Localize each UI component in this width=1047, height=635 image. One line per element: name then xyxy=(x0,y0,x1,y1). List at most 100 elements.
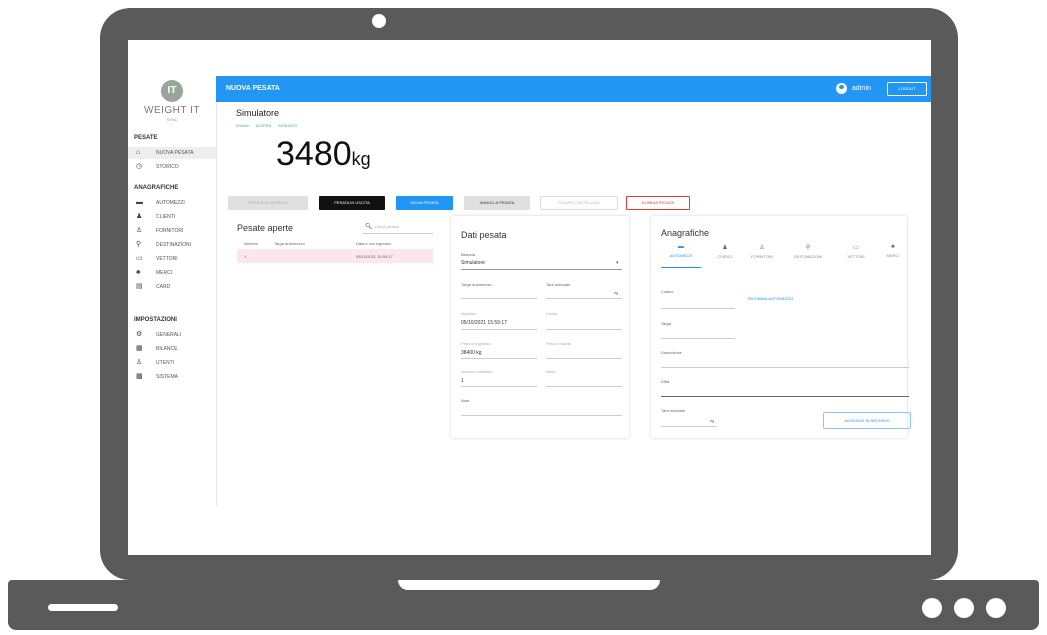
company-label: Ditta xyxy=(661,379,670,384)
table-row[interactable]: 1 05/10/2021 15:59:17 xyxy=(237,249,433,263)
logout-button[interactable]: LOGOUT xyxy=(887,82,927,96)
card-number-value: 1 xyxy=(461,378,464,384)
sidebar-item[interactable]: ♙ UTENTI xyxy=(128,357,216,369)
weight-in-underline xyxy=(461,358,537,359)
registry-tab[interactable]: ▬ AUTOMEZZI xyxy=(661,244,701,258)
goods-icon: ♣ xyxy=(136,269,141,276)
registry-plate-field[interactable] xyxy=(661,338,735,339)
weight-unit: kg xyxy=(351,149,371,169)
users-icon: ♙ xyxy=(136,359,143,366)
webcam-icon xyxy=(372,14,386,28)
column-header-plate: Targa automezzo xyxy=(274,241,305,246)
history-icon: ◷ xyxy=(136,163,143,170)
sidebar-item-label: CARD xyxy=(156,284,171,290)
tare-unit: kg xyxy=(614,290,619,295)
delete-weighing-button[interactable]: ELIMINA PESATA xyxy=(626,196,690,210)
sidebar-item[interactable]: ▤ CARD xyxy=(128,281,216,293)
cancel-weighing-button[interactable]: ANNULLA PESATA xyxy=(464,196,530,210)
company-field[interactable] xyxy=(661,396,909,397)
sidebar-item-label: AUTOMEZZI xyxy=(156,200,185,206)
registry-tare-unit: kg xyxy=(710,418,715,423)
registry-tab[interactable]: ♙ FORNITORI xyxy=(742,244,782,259)
active-tab-indicator xyxy=(661,267,701,268)
sidebar-item[interactable]: ⌂ NUOVA PESATA xyxy=(128,147,216,159)
location-pin-icon: ⚲ xyxy=(805,245,811,251)
laptop-hinge xyxy=(398,580,660,590)
registry-tare-field[interactable] xyxy=(661,426,717,427)
sidebar-item[interactable]: ▦ BILANCE xyxy=(128,343,216,355)
exit-label: Uscita xyxy=(546,311,558,316)
sidebar-item[interactable]: ▩ SISTEMA xyxy=(128,371,216,383)
plate-field[interactable] xyxy=(461,298,537,299)
system-icon: ▩ xyxy=(136,373,143,380)
zero-link[interactable]: AZZERA xyxy=(256,123,272,128)
registry-tab[interactable]: ♟ CLIENTI xyxy=(705,244,745,259)
logo-icon: IT xyxy=(161,80,183,102)
sidebar-item[interactable]: ▭ VETTORI xyxy=(128,253,216,265)
laptop-dot xyxy=(954,598,974,618)
search-icon[interactable]: 🔍︎ xyxy=(365,223,373,230)
tare-field[interactable] xyxy=(546,298,622,299)
username[interactable]: admin xyxy=(852,85,871,92)
column-header-number: Numero xyxy=(244,241,259,246)
save-weighing-button[interactable]: SALVA PESATA xyxy=(396,196,453,210)
weight-out-field[interactable] xyxy=(546,358,622,359)
sidebar-item[interactable]: ♟ CLIENTI xyxy=(128,211,216,223)
net-field xyxy=(546,386,622,387)
registry-tab[interactable]: ♣ MERCI xyxy=(873,244,913,258)
sidebar-item-label: CLIENTI xyxy=(156,214,176,220)
entry-label: Ingresso xyxy=(461,311,477,316)
tare-label: Tara manuale xyxy=(546,282,571,287)
description-field[interactable] xyxy=(661,367,909,368)
plate-label: Targa automezzo xyxy=(461,282,492,287)
add-to-archive-button[interactable]: AGGIUNGI IN ARCHIVIO xyxy=(823,412,911,429)
search-input[interactable]: Cerca pesata xyxy=(375,224,399,229)
print-ticket-button[interactable]: STAMPA CARTELLINO xyxy=(540,196,618,210)
assumed-link[interactable]: ASSUNTO xyxy=(278,123,297,128)
page-title: NUOVA PESATA xyxy=(226,85,280,92)
sidebar-item[interactable]: ⚲ DESTINAZIONI xyxy=(128,239,216,251)
sidebar-item[interactable]: ♙ FORNITORI xyxy=(128,225,216,237)
weigh-in-button[interactable]: PESATA IN ENTRATA xyxy=(228,196,308,210)
card-number-field[interactable] xyxy=(461,386,537,387)
registry-tab-label: FORNITORI xyxy=(751,254,773,259)
sidebar-item-label: FORNITORI xyxy=(156,228,184,234)
account-icon[interactable] xyxy=(836,83,847,94)
code-field[interactable] xyxy=(661,308,735,309)
net-label: Netto xyxy=(546,369,556,374)
sidebar-item[interactable]: ▬ AUTOMEZZI xyxy=(128,197,216,209)
gear-icon: ⚙ xyxy=(136,331,143,338)
supplier-icon: ♙ xyxy=(136,227,143,234)
sidebar-item-label: SISTEMA xyxy=(156,374,178,380)
sidebar-item-label: GENERALI xyxy=(156,332,182,338)
person-icon: ♟ xyxy=(136,213,143,220)
sidebar-item-label: UTENTI xyxy=(156,360,175,366)
registry-tab[interactable]: ▭ VETTORI xyxy=(836,244,876,259)
logo-subtitle: SYNC xyxy=(166,117,178,122)
code-label: Codice xyxy=(661,289,674,294)
weigh-out-button[interactable]: PESATA IN USCITA xyxy=(319,196,385,210)
sidebar-item[interactable]: ⚙ GENERALI xyxy=(128,329,216,341)
sidebar-item-label: BILANCE xyxy=(156,346,178,352)
registry-tab-label: CLIENTI xyxy=(717,254,733,259)
exit-field[interactable] xyxy=(546,329,622,330)
priority-link[interactable]: Priorità xyxy=(236,123,249,128)
sidebar-item[interactable]: ◷ STORICO xyxy=(128,161,216,173)
scale-select[interactable]: Simulatore xyxy=(461,260,485,266)
notes-field[interactable] xyxy=(461,415,622,416)
recall-vehicle-button[interactable]: RICHIAMA AUTOMEZZO xyxy=(748,296,793,301)
truck-icon: ▬ xyxy=(678,244,684,250)
top-bar: NUOVA PESATA admin LOGOUT xyxy=(216,76,931,102)
entry-value: 05/10/2021 15:59:17 xyxy=(461,320,507,326)
details-title: Dati pesata xyxy=(461,230,507,240)
laptop-dot xyxy=(922,598,942,618)
registry-tab-label: DESTINAZIONI xyxy=(793,254,822,259)
scale-label: Bilancia xyxy=(461,252,476,257)
chevron-down-icon[interactable]: ▾ xyxy=(616,260,619,266)
scale-links: Priorità AZZERA ASSUNTO xyxy=(236,123,304,128)
sidebar-item-label: MERCI xyxy=(156,270,173,276)
sidebar-item[interactable]: ♣ MERCI xyxy=(128,267,216,279)
card-icon: ▤ xyxy=(136,283,143,290)
column-header-entry: Data e ora ingresso xyxy=(356,241,391,246)
registry-tab[interactable]: ⚲ DESTINAZIONI xyxy=(788,244,828,259)
